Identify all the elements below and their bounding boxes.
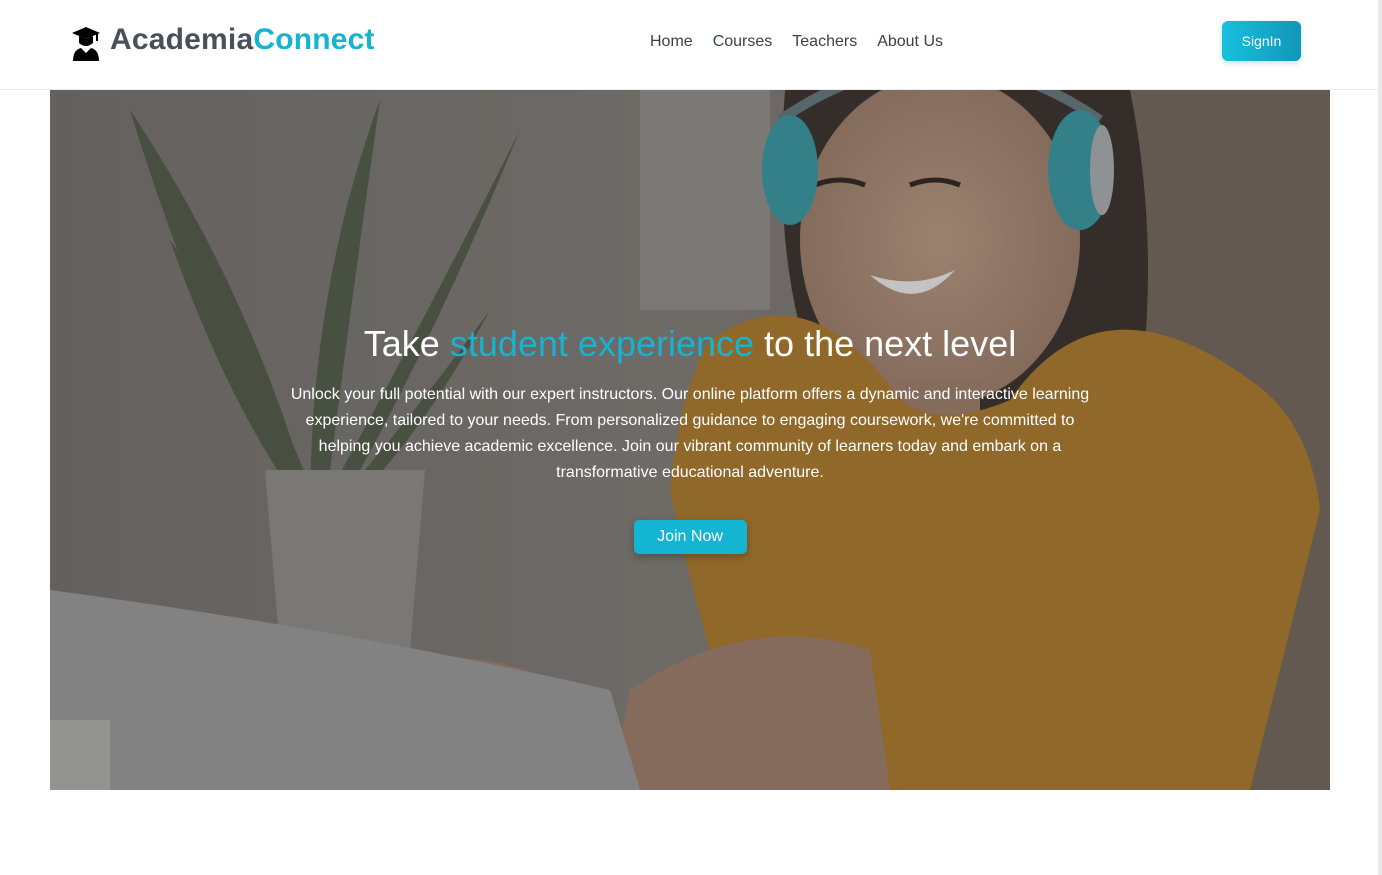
signin-button[interactable]: SignIn	[1222, 21, 1301, 61]
graduate-cap-icon	[72, 27, 100, 61]
hero-title: Take student experience to the next leve…	[50, 322, 1330, 366]
join-now-button[interactable]: Join Now	[633, 520, 747, 554]
brand-name-part1: Academia	[110, 23, 254, 56]
page-scrollbar[interactable]	[1378, 0, 1382, 875]
brand-name: AcademiaConnect	[110, 23, 375, 57]
nav-home[interactable]: Home	[650, 33, 693, 51]
brand-logo[interactable]: AcademiaConnect	[70, 18, 375, 62]
hero-description: Unlock your full potential with our expe…	[290, 386, 1090, 481]
nav-about-us[interactable]: About Us	[877, 33, 943, 51]
hero-title-suffix: to the next level	[754, 323, 1017, 364]
main-nav: Home Courses Teachers About Us	[650, 33, 943, 51]
navbar: AcademiaConnect Home Courses Teachers Ab…	[0, 0, 1382, 90]
page: AcademiaConnect Home Courses Teachers Ab…	[0, 0, 1382, 875]
brand-name-part2: Connect	[253, 23, 375, 56]
nav-courses[interactable]: Courses	[713, 33, 773, 51]
hero-title-accent: student experience	[449, 323, 755, 364]
nav-teachers[interactable]: Teachers	[792, 33, 857, 51]
hero-content: Take student experience to the next leve…	[50, 322, 1330, 554]
hero-section: Take student experience to the next leve…	[50, 90, 1330, 790]
hero-title-prefix: Take	[363, 323, 450, 364]
